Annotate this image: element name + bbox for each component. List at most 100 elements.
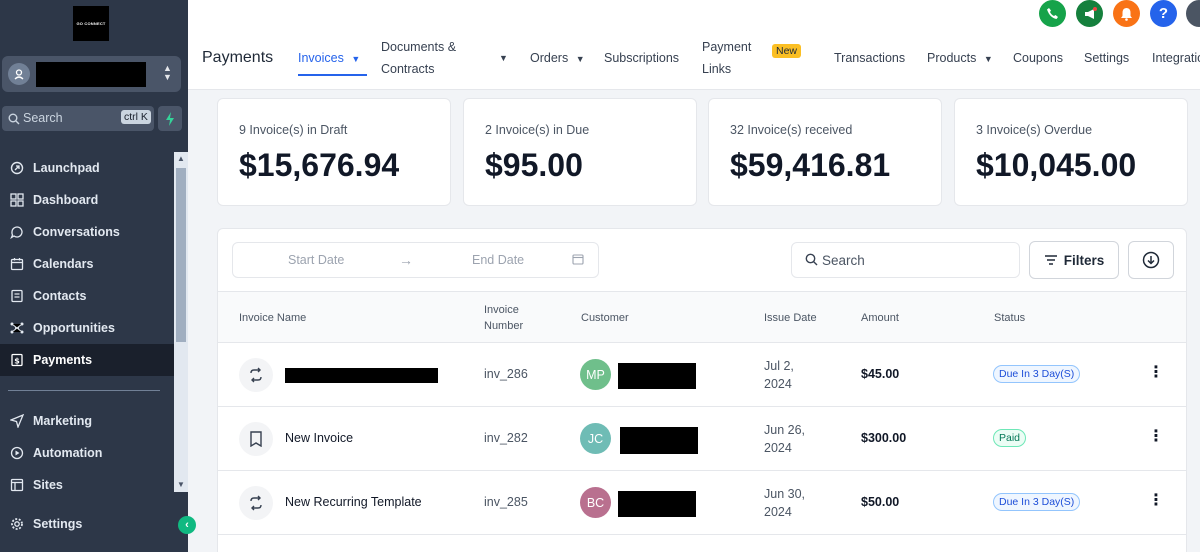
avatar-initials: BC — [586, 495, 605, 510]
sidebar-item-label: Sites — [33, 478, 63, 492]
tab-orders[interactable]: Orders ▼ — [530, 47, 585, 70]
filter-lines-icon — [1044, 254, 1058, 266]
chevron-down-icon[interactable]: ▼ — [499, 47, 508, 69]
tab-integrations[interactable]: Integrations — [1152, 47, 1200, 69]
download-button[interactable] — [1128, 241, 1174, 279]
issue-date: Jul 2, 2024 — [764, 357, 824, 393]
sidebar-item-payments[interactable]: $ Payments — [0, 344, 174, 376]
invoice-number: inv_282 — [484, 431, 528, 445]
column-header-customer[interactable]: Customer — [581, 310, 629, 326]
sidebar-item-dashboard[interactable]: Dashboard — [0, 184, 174, 216]
stat-card-received: 32 Invoice(s) received $59,416.81 — [708, 98, 942, 206]
company-logo[interactable]: GO CONNECT — [73, 6, 109, 41]
sidebar-collapse-button[interactable]: ‹ — [178, 516, 196, 534]
quick-action-button[interactable] — [158, 106, 182, 131]
invoice-amount: $45.00 — [861, 367, 900, 381]
user-avatar[interactable] — [1186, 0, 1200, 27]
dashboard-icon — [9, 192, 25, 208]
scroll-down-icon[interactable]: ▼ — [177, 480, 185, 489]
invoice-icon — [239, 422, 273, 456]
header-label: Number — [484, 320, 524, 332]
tab-label: Subscriptions — [604, 51, 680, 65]
stat-value: $59,416.81 — [730, 147, 891, 183]
location-icon — [8, 63, 30, 85]
column-header-invoice-name[interactable]: Invoice Name — [239, 310, 306, 326]
tab-label: Coupons — [1013, 51, 1064, 65]
more-options-icon[interactable]: ⋮ — [1148, 429, 1164, 445]
download-icon — [1142, 251, 1160, 269]
chevron-left-icon: ‹ — [185, 519, 189, 531]
tab-label: Payment — [702, 40, 752, 54]
arrow-right-icon: → — [399, 252, 413, 268]
tab-products[interactable]: Products ▼ — [927, 47, 993, 70]
date-line: Jun 26, — [764, 423, 806, 437]
phone-button[interactable] — [1039, 0, 1066, 27]
sidebar-item-label: Settings — [33, 517, 83, 531]
column-header-status[interactable]: Status — [994, 310, 1025, 326]
tab-invoices[interactable]: Invoices ▼ — [298, 47, 360, 70]
table-search-input[interactable]: Search — [791, 242, 1020, 278]
chevron-down-icon: ▼ — [351, 54, 361, 64]
table-row[interactable]: New Invoice inv_282 JC Jun 26, 2024 $300… — [218, 407, 1186, 471]
date-line: Jun 30, — [764, 487, 806, 501]
status-badge: Due In 3 Day(S) — [993, 493, 1081, 511]
sidebar-item-label: Calendars — [33, 257, 94, 271]
help-button[interactable]: ? — [1150, 0, 1177, 27]
scrollbar-thumb[interactable] — [176, 168, 186, 342]
invoice-name-redacted — [285, 368, 438, 383]
column-header-invoice-number[interactable]: Invoice Number — [484, 302, 523, 334]
recurring-icon — [239, 358, 273, 392]
invoice-name[interactable]: New Recurring Template — [285, 495, 422, 509]
chevron-updown-icon: ▲ ▼ — [163, 63, 172, 82]
tab-documents-contracts[interactable]: Documents & Contracts — [381, 36, 456, 80]
date-range-picker[interactable]: Start Date → End Date — [232, 242, 599, 278]
sidebar-item-settings[interactable]: Settings — [0, 508, 174, 540]
stat-card-due: 2 Invoice(s) in Due $95.00 — [463, 98, 697, 206]
sidebar-search-input[interactable]: Search ctrl K — [2, 106, 154, 131]
sidebar-item-sites[interactable]: Sites — [0, 469, 174, 501]
announcements-button[interactable] — [1076, 0, 1103, 27]
search-placeholder: Search — [23, 111, 63, 125]
bell-icon — [1121, 7, 1132, 21]
notifications-button[interactable] — [1113, 0, 1140, 27]
start-date-input[interactable]: Start Date — [288, 253, 344, 267]
sites-icon — [9, 477, 25, 493]
customer-name-redacted — [618, 491, 696, 517]
sidebar-item-marketing[interactable]: Marketing — [0, 405, 174, 437]
account-name-redacted — [36, 62, 146, 87]
customer-avatar: BC — [580, 487, 611, 518]
sidebar-item-automation[interactable]: Automation — [0, 437, 174, 469]
end-date-input[interactable]: End Date — [472, 253, 524, 267]
search-icon — [805, 253, 818, 271]
customer-avatar: MP — [580, 359, 611, 390]
more-options-icon[interactable]: ⋮ — [1148, 365, 1164, 381]
more-options-icon[interactable]: ⋮ — [1148, 493, 1164, 509]
sidebar-scrollbar[interactable]: ▲ ▼ — [174, 152, 188, 492]
table-row[interactable]: New Recurring Template inv_285 BC Jun 30… — [218, 471, 1186, 535]
invoice-name[interactable]: New Invoice — [285, 431, 353, 445]
sidebar-item-label: Conversations — [33, 225, 120, 239]
column-header-amount[interactable]: Amount — [861, 310, 899, 326]
scroll-up-icon[interactable]: ▲ — [177, 154, 185, 163]
sidebar-item-opportunities[interactable]: Opportunities — [0, 312, 174, 344]
filters-button[interactable]: Filters — [1029, 241, 1119, 279]
tab-coupons[interactable]: Coupons — [1013, 47, 1063, 69]
account-switcher[interactable]: ▲ ▼ — [2, 56, 181, 92]
stat-value: $95.00 — [485, 147, 583, 183]
sidebar-item-contacts[interactable]: Contacts — [0, 280, 174, 312]
sidebar-item-calendars[interactable]: Calendars — [0, 248, 174, 280]
launchpad-icon — [9, 160, 25, 176]
sidebar-item-launchpad[interactable]: Launchpad — [0, 152, 174, 184]
issue-date: Jun 30, 2024 — [764, 485, 824, 521]
sidebar-item-conversations[interactable]: Conversations — [0, 216, 174, 248]
tab-settings[interactable]: Settings — [1084, 47, 1129, 69]
tab-subscriptions[interactable]: Subscriptions — [604, 47, 679, 69]
table-row[interactable]: inv_286 MP Jul 2, 2024 $45.00 Due In 3 D… — [218, 343, 1186, 407]
tab-payment-links[interactable]: Payment Links — [702, 36, 751, 80]
tab-label: Orders — [530, 51, 569, 65]
calendar-icon[interactable] — [572, 252, 584, 270]
sidebar-item-label: Payments — [33, 353, 93, 367]
contacts-icon — [9, 288, 25, 304]
tab-transactions[interactable]: Transactions — [834, 47, 905, 69]
column-header-issue-date[interactable]: Issue Date — [764, 310, 817, 326]
